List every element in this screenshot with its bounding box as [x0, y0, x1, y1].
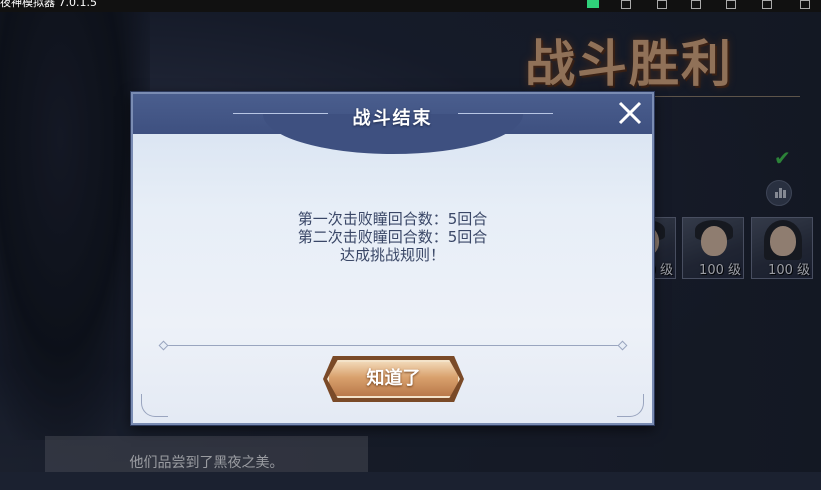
dialog-title: 战斗结束 — [352, 108, 433, 129]
window-control-icon[interactable] — [726, 0, 736, 9]
corner-ornament — [141, 394, 168, 417]
status-indicator-icon — [587, 0, 599, 8]
dialog-divider — [163, 345, 623, 346]
battle-result-message: 第一次击败瞳回合数：5回合 第二次击败瞳回合数：5回合 达成挑战规则！ — [133, 210, 652, 264]
window-control-icon[interactable] — [657, 0, 667, 9]
window-control-icon[interactable] — [691, 0, 701, 9]
window-control-icon[interactable] — [762, 0, 772, 9]
ok-button[interactable]: 知道了 — [327, 360, 460, 398]
emulator-title-bar: 夜神模拟器 7.0.1.5 — [0, 0, 821, 12]
second-defeat-rounds: 第二次击败瞳回合数：5回合 — [297, 228, 488, 246]
challenge-rule-status: 达成挑战规则！ — [339, 246, 445, 264]
window-control-icon[interactable] — [800, 0, 810, 9]
first-defeat-rounds: 第一次击败瞳回合数：5回合 — [297, 210, 488, 228]
window-control-icon[interactable] — [621, 0, 631, 9]
battle-end-dialog: 战斗结束 第一次击败瞳回合数：5回合 第二次击败瞳回合数：5回合 达成挑战规则！… — [131, 92, 654, 425]
corner-ornament — [617, 394, 644, 417]
close-x-icon — [618, 101, 642, 125]
close-button[interactable] — [615, 98, 645, 128]
app-title: 夜神模拟器 7.0.1.5 — [0, 0, 97, 9]
